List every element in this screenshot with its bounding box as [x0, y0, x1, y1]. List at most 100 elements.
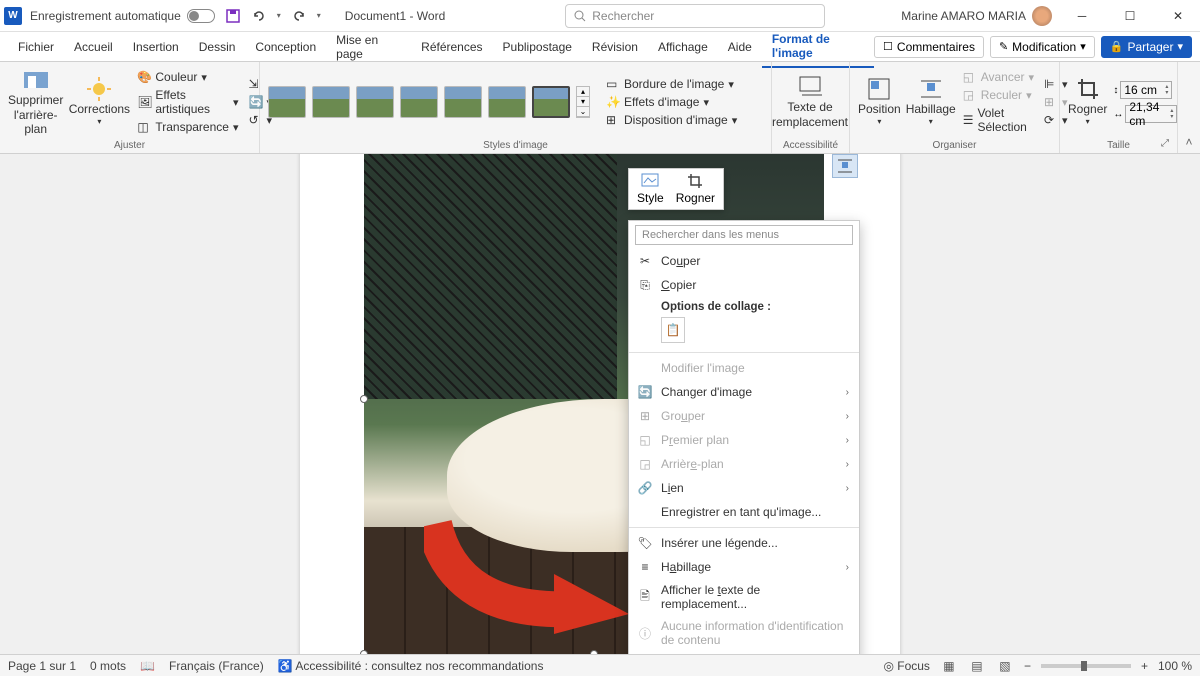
maximize-button[interactable]: ☐: [1112, 2, 1148, 30]
minimize-button[interactable]: ─: [1064, 2, 1100, 30]
tab-dessin[interactable]: Dessin: [189, 34, 246, 60]
alt-text-icon: [796, 75, 824, 99]
collapse-ribbon[interactable]: ˄: [1185, 135, 1192, 149]
print-layout-view[interactable]: ▦: [940, 658, 958, 674]
page-indicator[interactable]: Page 1 sur 1: [8, 659, 76, 673]
menu-insert-caption[interactable]: 🏷Insérer une légende...: [629, 531, 859, 555]
picture-layout-button[interactable]: ⊞Disposition d'image ▾: [604, 112, 739, 128]
menu-save-as-image[interactable]: Enregistrer en tant qu'image...: [629, 500, 859, 524]
color-icon: 🎨: [137, 70, 151, 84]
quick-access-toolbar: ▾ ▾: [225, 8, 321, 24]
remove-background-button[interactable]: Supprimerl'arrière-plan: [8, 68, 63, 136]
share-button[interactable]: 🔒 Partager ▾: [1101, 36, 1192, 58]
forward-icon: ◱: [963, 70, 977, 84]
menu-cut[interactable]: ✂Couper: [629, 249, 859, 273]
tab-accueil[interactable]: Accueil: [64, 34, 123, 60]
style-thumb[interactable]: [444, 86, 482, 118]
menu-search-input[interactable]: Rechercher dans les menus: [635, 225, 853, 245]
submenu-arrow-icon: ›: [846, 483, 849, 494]
tab-affichage[interactable]: Affichage: [648, 34, 718, 60]
tab-mise-en-page[interactable]: Mise en page: [326, 27, 411, 67]
layout-options-button[interactable]: [832, 154, 858, 178]
search-box[interactable]: Rechercher: [565, 4, 825, 28]
tab-revision[interactable]: Révision: [582, 34, 648, 60]
word-app-icon: W: [4, 7, 22, 25]
menu-change-image[interactable]: 🔄Changer d'image›: [629, 380, 859, 404]
language-indicator[interactable]: Français (France): [169, 659, 264, 673]
style-thumb[interactable]: [268, 86, 306, 118]
comments-button[interactable]: ☐ Commentaires: [874, 36, 984, 58]
accessibility-indicator[interactable]: ♿ Accessibilité : consultez nos recomman…: [278, 659, 544, 673]
tab-aide[interactable]: Aide: [718, 34, 762, 60]
mini-crop-button[interactable]: Rogner: [676, 173, 715, 205]
backward-icon: ◲: [963, 88, 977, 102]
menu-bring-front: ◱Premier plan›: [629, 428, 859, 452]
undo-icon[interactable]: [251, 8, 267, 24]
gallery-scroll[interactable]: ▴▾⌄: [576, 86, 590, 118]
change-image-icon: 🔄: [637, 384, 653, 400]
style-thumb[interactable]: [400, 86, 438, 118]
web-layout-view[interactable]: ▧: [996, 658, 1014, 674]
undo-dropdown[interactable]: ▾: [277, 11, 281, 20]
bring-forward-button[interactable]: ◱Avancer ▾: [961, 69, 1036, 85]
transparency-button[interactable]: ◫Transparence ▾: [135, 119, 240, 135]
qat-customize[interactable]: ▾: [317, 11, 321, 20]
tab-references[interactable]: Références: [411, 34, 492, 60]
editing-mode-button[interactable]: ✎ Modification ▾: [990, 36, 1095, 58]
titlebar: W Enregistrement automatique ▾ ▾ Documen…: [0, 0, 1200, 32]
group-label: Styles d'image: [268, 138, 763, 151]
picture-styles-gallery[interactable]: ▴▾⌄: [268, 86, 590, 118]
pane-icon: ☰: [963, 113, 974, 127]
send-backward-button[interactable]: ◲Reculer ▾: [961, 87, 1036, 103]
dialog-launcher[interactable]: ⤢: [1161, 138, 1169, 149]
spellcheck-icon[interactable]: 📖: [140, 659, 155, 673]
zoom-out[interactable]: −: [1024, 659, 1031, 673]
height-input[interactable]: 16 cm▴▾: [1120, 81, 1172, 99]
wrap-text-button[interactable]: Habillage▾: [907, 77, 955, 127]
style-thumb[interactable]: [488, 86, 526, 118]
zoom-level[interactable]: 100 %: [1158, 659, 1192, 673]
menu-wrap-text[interactable]: ≡Habillage›: [629, 555, 859, 579]
info-icon: ⓘ: [637, 625, 653, 641]
document-title: Document1 - Word: [345, 9, 445, 23]
save-icon[interactable]: [225, 8, 241, 24]
menu-alt-text[interactable]: 🖹Afficher le texte de remplacement...: [629, 579, 859, 615]
autosave-toggle[interactable]: Enregistrement automatique: [30, 9, 215, 23]
tab-publipostage[interactable]: Publipostage: [493, 34, 582, 60]
zoom-in[interactable]: +: [1141, 659, 1148, 673]
menu-copy[interactable]: ⎘Copier: [629, 273, 859, 297]
alt-text-button[interactable]: Texte deremplacement: [780, 75, 840, 129]
picture-border-button[interactable]: ▭Bordure de l'image ▾: [604, 76, 739, 92]
tab-insertion[interactable]: Insertion: [123, 34, 189, 60]
tab-fichier[interactable]: Fichier: [8, 34, 64, 60]
user-name: Marine AMARO MARIA: [901, 9, 1026, 23]
color-button[interactable]: 🎨Couleur ▾: [135, 69, 240, 85]
tab-conception[interactable]: Conception: [245, 34, 326, 60]
word-count[interactable]: 0 mots: [90, 659, 126, 673]
selection-pane-button[interactable]: ☰Volet Sélection: [961, 105, 1036, 135]
style-thumb[interactable]: [356, 86, 394, 118]
zoom-slider[interactable]: [1041, 664, 1131, 668]
mini-style-button[interactable]: Style: [637, 173, 664, 205]
focus-mode[interactable]: ◎ Focus: [883, 659, 930, 673]
position-button[interactable]: Position▾: [858, 77, 901, 127]
style-thumb[interactable]: [312, 86, 350, 118]
resize-handle[interactable]: [360, 395, 368, 403]
picture-effects-button[interactable]: ✨Effets d'image ▾: [604, 94, 739, 110]
corrections-button[interactable]: Corrections▾: [69, 77, 129, 127]
paste-option E.2[interactable]: 📋: [661, 317, 685, 343]
close-button[interactable]: ✕: [1160, 2, 1196, 30]
menu-link[interactable]: 🔗Lien›: [629, 476, 859, 500]
user-account[interactable]: Marine AMARO MARIA: [901, 6, 1052, 26]
document-canvas[interactable]: Style Rogner Rechercher dans les menus ✂…: [0, 154, 1200, 654]
crop-button[interactable]: Rogner▾: [1068, 77, 1107, 127]
paste-options: 📋: [629, 315, 859, 349]
width-input[interactable]: 21,34 cm▴▾: [1125, 105, 1177, 123]
artistic-effects-button[interactable]: 🖼Effets artistiques ▾: [135, 87, 240, 117]
redo-icon[interactable]: [291, 8, 307, 24]
back-icon: ◲: [637, 456, 653, 472]
toggle-off-icon[interactable]: [187, 9, 215, 23]
read-mode-view[interactable]: ▤: [968, 658, 986, 674]
style-thumb-selected[interactable]: [532, 86, 570, 118]
context-menu: Rechercher dans les menus ✂Couper ⎘Copie…: [628, 220, 860, 654]
